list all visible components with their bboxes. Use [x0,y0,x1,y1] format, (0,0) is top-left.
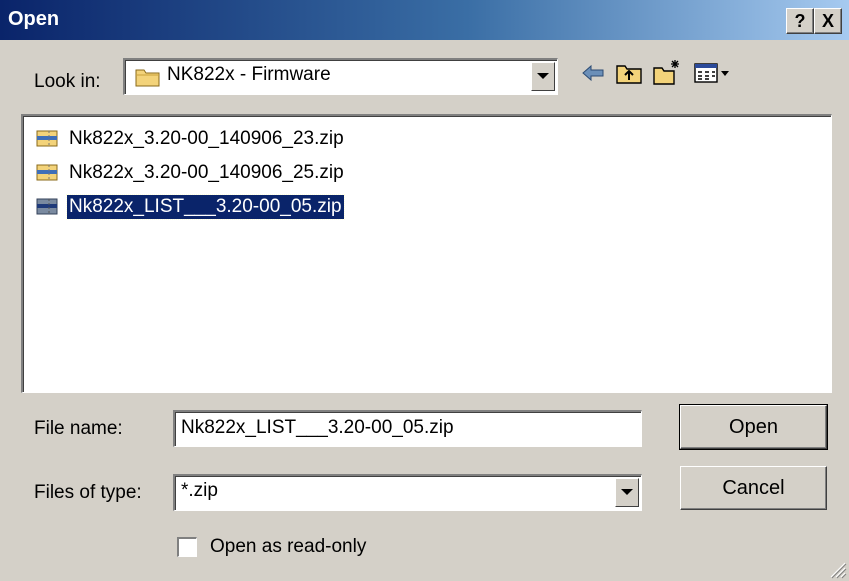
file-name-field[interactable]: Nk822x_LIST___3.20-00_05.zip [173,410,642,447]
file-name: Nk822x_3.20-00_140906_23.zip [69,128,344,149]
folder-icon [135,69,160,87]
chevron-down-icon [621,489,633,495]
window-title: Open [8,8,60,30]
list-item[interactable]: Nk822x_3.20-00_140906_25.zip [35,158,346,188]
view-menu-icon[interactable] [692,58,732,88]
file-name: Nk822x_3.20-00_140906_25.zip [69,162,344,183]
files-of-type-combo[interactable]: *.zip [173,474,642,511]
look-in-combo[interactable]: NK822x - Firmware [123,58,558,95]
look-in-value: NK822x - Firmware [167,64,331,85]
up-folder-icon[interactable] [614,58,644,88]
new-folder-icon[interactable] [652,58,682,88]
cancel-button[interactable]: Cancel [680,466,827,510]
file-list[interactable]: Nk822x_3.20-00_140906_23.zip Nk822x_3.20… [21,114,832,393]
zip-file-icon [36,164,58,181]
title-bar: Open ? X [0,0,849,40]
file-name-label: File name: [34,418,123,439]
file-name: Nk822x_LIST___3.20-00_05.zip [66,194,345,220]
look-in-label: Look in: [34,71,101,92]
close-button[interactable]: X [814,8,842,34]
chevron-down-icon [537,73,549,79]
help-button[interactable]: ? [786,8,814,34]
list-item[interactable]: Nk822x_3.20-00_140906_23.zip [35,124,346,154]
back-arrow-icon[interactable] [578,58,608,88]
list-item-selected[interactable]: Nk822x_LIST___3.20-00_05.zip [35,192,345,222]
zip-file-icon [36,198,58,215]
resize-grip-icon[interactable] [827,559,847,579]
files-of-type-value: *.zip [181,480,218,501]
read-only-checkbox[interactable] [177,537,197,557]
zip-file-icon [36,130,58,147]
file-name-value: Nk822x_LIST___3.20-00_05.zip [181,417,454,438]
look-in-dropdown-button[interactable] [531,62,555,91]
read-only-label: Open as read-only [210,536,367,557]
files-of-type-label: Files of type: [34,482,142,503]
open-button[interactable]: Open [679,404,828,450]
files-of-type-dropdown-button[interactable] [615,478,639,507]
